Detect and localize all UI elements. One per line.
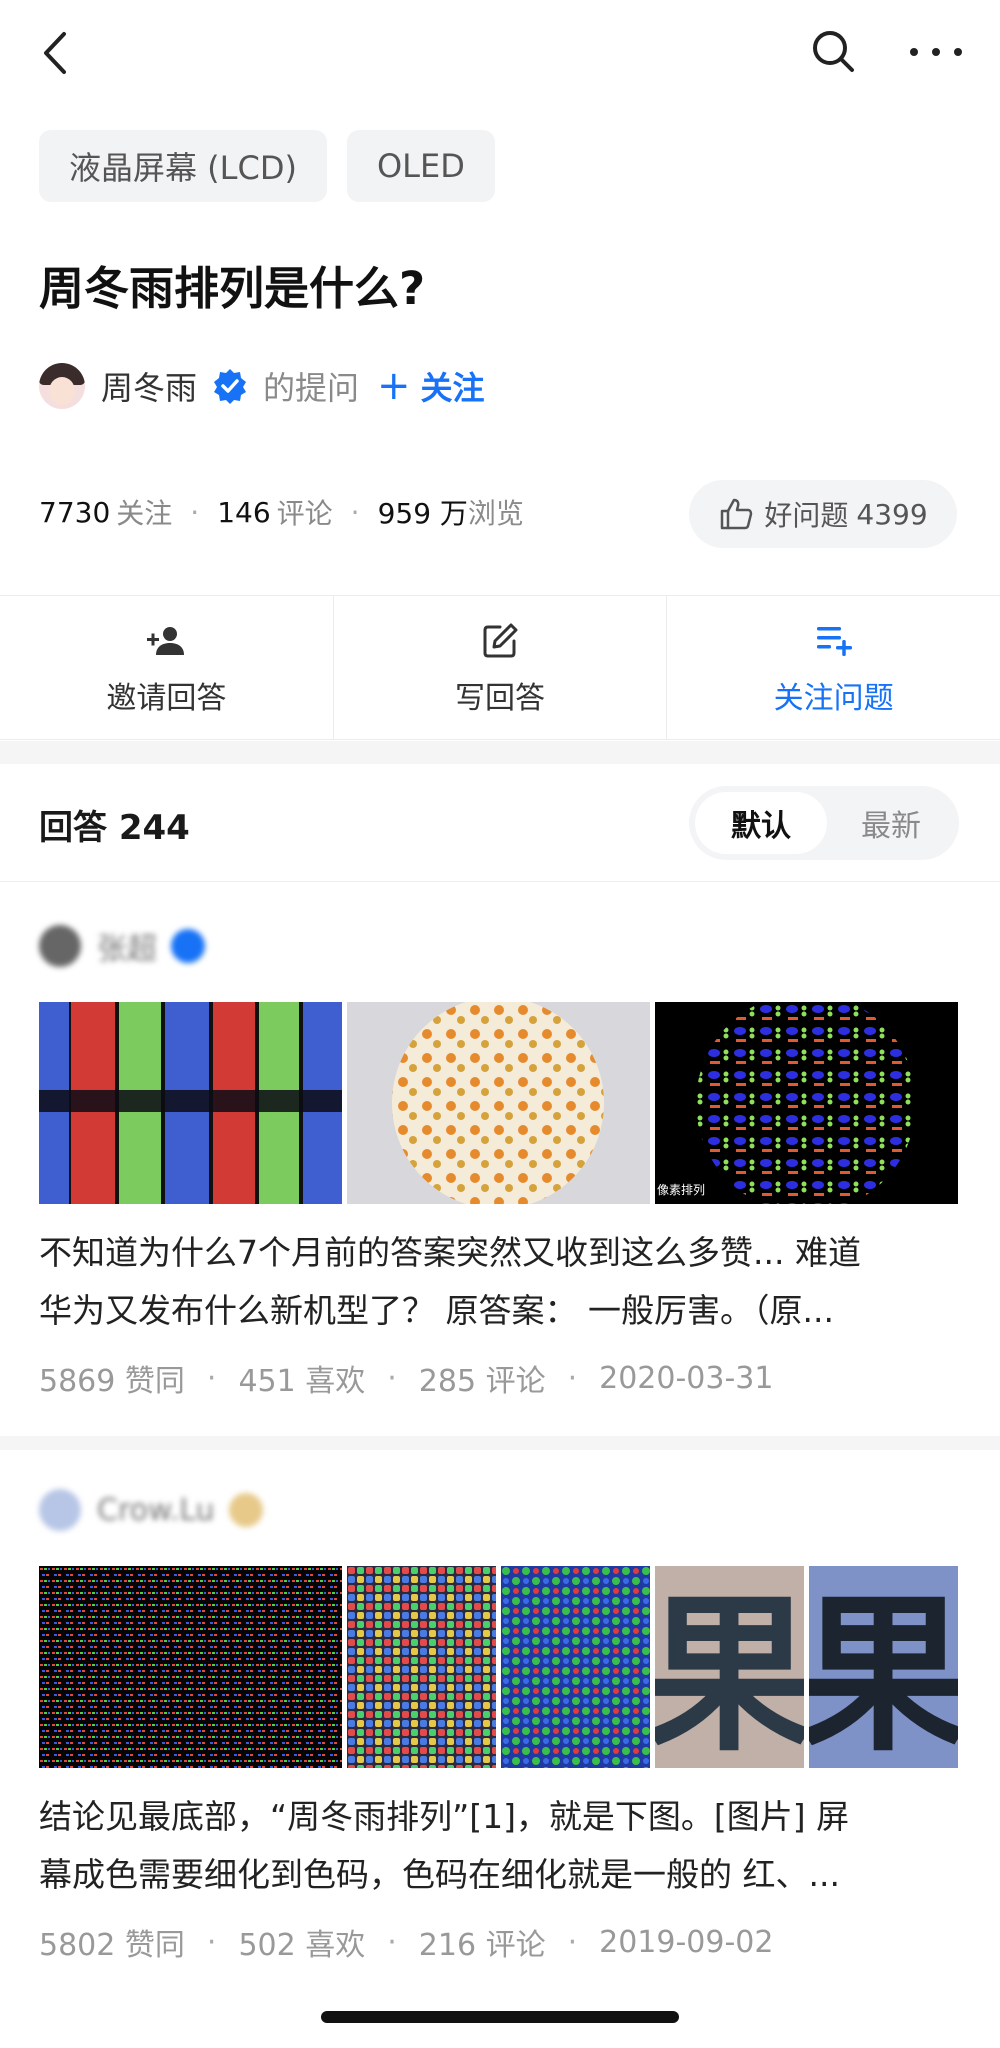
glyph-text: 果 — [809, 1577, 958, 1768]
verified-badge-icon — [171, 929, 205, 963]
follow-label: 关注 — [420, 369, 485, 407]
asker-row: 周冬雨 的提问 + 关注 — [39, 358, 485, 414]
views-label: 浏览 — [467, 497, 524, 530]
verified-badge-icon — [214, 369, 247, 404]
loves-count: 451 喜欢 — [238, 1364, 366, 1399]
excerpt-line: 幕成色需要细化到色码，色码在细化就是一般的 红、... — [39, 1855, 840, 1894]
answer-image[interactable] — [501, 1566, 650, 1768]
topic-tags: 液晶屏幕 (LCD) OLED — [39, 130, 495, 202]
glyph-closeup-image: 果 — [809, 1566, 958, 1768]
answer-meta: 5802 赞同 · 502 喜欢 · 216 评论 · 2019-09-02 — [39, 1920, 773, 1964]
question-title: 周冬雨排列是什么? — [39, 262, 426, 315]
thumbs-up-icon — [721, 498, 753, 530]
answer-date: 2019-09-02 — [599, 1924, 774, 1960]
comments-label[interactable]: 评论 — [277, 492, 333, 532]
subpixel-grid-image — [39, 1566, 342, 1768]
author-name: 张超 — [97, 932, 157, 967]
answer-image[interactable] — [347, 1002, 650, 1204]
asker-avatar[interactable] — [39, 363, 85, 409]
avatar — [39, 1489, 81, 1531]
answer-author[interactable]: Crow.Lu — [39, 1489, 263, 1531]
search-icon[interactable] — [808, 26, 858, 76]
answer-author[interactable]: 张超 — [39, 924, 205, 968]
add-person-icon — [147, 626, 185, 655]
views-count: 959 万 — [377, 497, 468, 530]
good-question-count: 4399 — [856, 497, 928, 531]
section-divider — [0, 1436, 1000, 1450]
answer-image[interactable]: 像素排列 — [655, 1002, 958, 1204]
answers-count-title: 回答 244 — [39, 808, 190, 848]
asked-label: 的提问 — [263, 369, 360, 407]
diamond-dots-image — [501, 1566, 650, 1768]
answer-meta: 5869 赞同 · 451 喜欢 · 285 评论 · 2020-03-31 — [39, 1356, 773, 1400]
rgb-stripe-image — [39, 1002, 342, 1204]
badge-icon — [228, 1493, 263, 1527]
edit-icon — [483, 623, 518, 657]
plus-icon: + — [377, 363, 411, 409]
good-question-button[interactable]: 好问题 4399 — [689, 480, 957, 548]
excerpt-line: 结论见最底部，“周冬雨排列”[1]，就是下图。[图片] 屏 — [39, 1797, 850, 1836]
answer-image[interactable] — [39, 1002, 342, 1204]
answer-date: 2020-03-31 — [599, 1360, 774, 1396]
excerpt-line: 华为又发布什么新机型了？ 原答案： 一般厉害。（原... — [39, 1291, 834, 1330]
more-horizontal-icon[interactable] — [906, 30, 966, 74]
home-indicator[interactable] — [321, 2011, 679, 2023]
answer-image-strip[interactable]: 像素排列 — [39, 1002, 958, 1204]
follow-question-button[interactable]: 关注问题 — [667, 596, 1000, 739]
answer-image[interactable] — [347, 1566, 496, 1768]
topic-tag-lcd[interactable]: 液晶屏幕 (LCD) — [39, 130, 327, 202]
sort-toggle: 默认 最新 — [689, 786, 959, 860]
author-name: Crow.Lu — [97, 1492, 215, 1528]
invite-answer-button[interactable]: 邀请回答 — [0, 596, 334, 739]
likes-count: 5802 赞同 — [39, 1928, 185, 1963]
comments-count: 285 评论 — [418, 1364, 546, 1399]
bottom-area — [0, 1998, 1000, 2048]
answer-image[interactable] — [39, 1566, 342, 1768]
answer-image[interactable]: 果 — [809, 1566, 958, 1768]
answer-image[interactable]: 果 — [655, 1566, 804, 1768]
answers-header: 回答 244 默认 最新 — [0, 764, 1000, 882]
question-stats: 7730 关注 · 146 评论 · 959 万 浏览 — [39, 492, 524, 532]
question-action-bar: 邀请回答 写回答 关注问题 — [0, 595, 1000, 740]
likes-count: 5869 赞同 — [39, 1364, 185, 1399]
answer-excerpt[interactable]: 结论见最底部，“周冬雨排列”[1]，就是下图。[图片] 屏 幕成色需要细化到色码… — [39, 1788, 964, 1904]
list-add-icon — [816, 626, 852, 656]
section-divider — [0, 741, 1000, 764]
follow-question-label: 关注问题 — [773, 680, 894, 716]
loves-count: 502 喜欢 — [238, 1928, 366, 1963]
asker-name[interactable]: 周冬雨 — [101, 363, 197, 409]
answer-image-strip[interactable]: 果 果 — [39, 1566, 958, 1768]
sort-latest-tab[interactable]: 最新 — [825, 792, 957, 854]
write-answer-label: 写回答 — [455, 680, 545, 716]
excerpt-line: 不知道为什么7个月前的答案突然又收到这么多赞... 难道 — [39, 1233, 861, 1272]
follow-user-button[interactable]: + 关注 — [377, 363, 485, 409]
rgb-dots-image — [347, 1566, 496, 1768]
diamond-pixel-image: 像素排列 — [657, 1002, 916, 1204]
invite-answer-label: 邀请回答 — [106, 680, 227, 716]
followers-count: 7730 — [39, 495, 111, 529]
answer-excerpt[interactable]: 不知道为什么7个月前的答案突然又收到这么多赞... 难道 华为又发布什么新机型了… — [39, 1224, 964, 1340]
topic-tag-oled[interactable]: OLED — [346, 130, 495, 202]
comments-count: 216 评论 — [418, 1928, 546, 1963]
sort-default-tab[interactable]: 默认 — [695, 792, 827, 854]
chevron-left-icon[interactable] — [36, 28, 76, 78]
comments-count[interactable]: 146 — [217, 496, 270, 529]
glyph-closeup-image: 果 — [655, 1566, 804, 1768]
write-answer-button[interactable]: 写回答 — [334, 596, 668, 739]
good-question-label: 好问题 — [764, 499, 849, 532]
top-bar — [0, 0, 1000, 110]
followers-label: 关注 — [116, 497, 173, 530]
avatar — [39, 925, 81, 967]
pentile-pixel-image — [392, 1002, 604, 1204]
glyph-text: 果 — [655, 1577, 804, 1768]
image-caption: 像素排列 — [657, 1183, 705, 1197]
